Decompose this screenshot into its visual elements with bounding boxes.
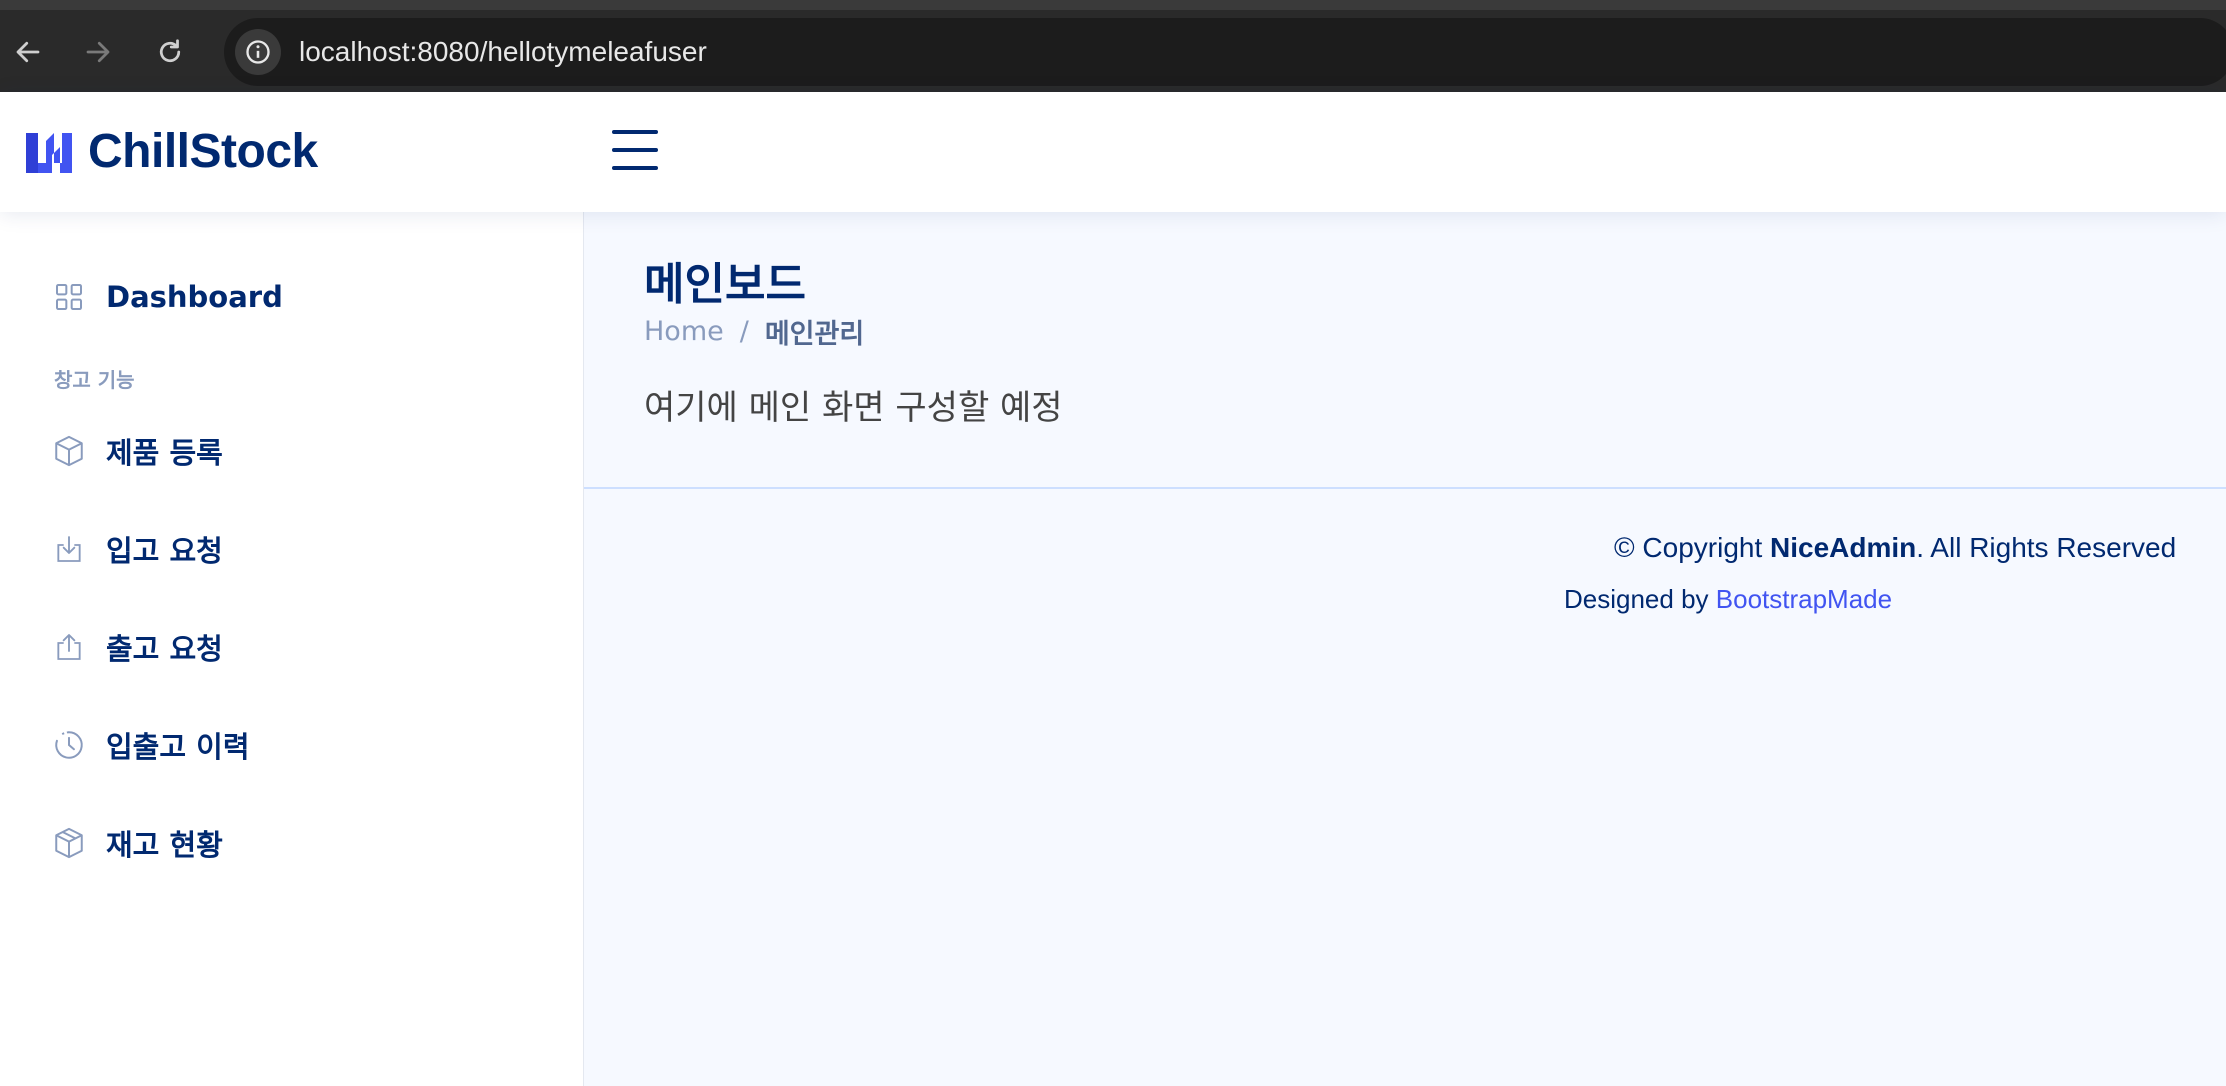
reload-button[interactable] bbox=[150, 32, 190, 72]
download-icon bbox=[52, 532, 86, 566]
sidebar-item-label: 입고 요청 bbox=[106, 534, 223, 568]
copyright-prefix: © Copyright bbox=[1614, 532, 1771, 563]
sidebar-item-label: Dashboard bbox=[106, 280, 283, 314]
sidebar-item-label: 재고 현황 bbox=[106, 828, 223, 862]
breadcrumb: Home / 메인관리 bbox=[644, 312, 864, 351]
hamburger-line bbox=[612, 148, 658, 152]
main-placeholder-text: 여기에 메인 화면 구성할 예정 bbox=[644, 388, 1063, 428]
sidebar-item-product-register[interactable]: 제품 등록 bbox=[52, 430, 223, 472]
back-button[interactable] bbox=[8, 32, 48, 72]
credits-prefix: Designed by bbox=[1564, 584, 1716, 614]
app-header: ChillStock bbox=[0, 92, 2226, 212]
designer-link[interactable]: BootstrapMade bbox=[1716, 584, 1892, 614]
url-text: localhost:8080/hellotymeleafuser bbox=[299, 36, 707, 67]
breadcrumb-home-link[interactable]: Home bbox=[644, 316, 724, 347]
logo-text: ChillStock bbox=[88, 125, 318, 178]
sidebar-item-label: 제품 등록 bbox=[106, 436, 223, 470]
footer-credits: Designed by BootstrapMade bbox=[1564, 584, 1892, 615]
sidebar-item-label: 출고 요청 bbox=[106, 632, 223, 666]
footer-divider bbox=[584, 487, 2226, 489]
copyright-suffix: . All Rights Reserved bbox=[1916, 532, 2177, 563]
footer-copyright: © Copyright NiceAdmin. All Rights Reserv… bbox=[584, 532, 2226, 564]
site-info-button[interactable] bbox=[235, 29, 281, 75]
hamburger-line bbox=[612, 166, 658, 170]
main-content: 메인보드 Home / 메인관리 여기에 메인 화면 구성할 예정 © Copy… bbox=[584, 212, 2226, 1086]
sidebar-item-history[interactable]: 입출고 이력 bbox=[52, 724, 250, 766]
breadcrumb-separator: / bbox=[739, 316, 749, 347]
upload-icon bbox=[52, 630, 86, 664]
sidebar: Dashboard 창고 기능 제품 등록 입고 요청 출고 요청 입출고 이력… bbox=[0, 212, 584, 1086]
browser-toolbar: localhost:8080/hellotymeleafuser bbox=[0, 0, 2226, 92]
page-title: 메인보드 bbox=[644, 259, 806, 310]
address-bar[interactable]: localhost:8080/hellotymeleafuser bbox=[224, 18, 2226, 86]
sidebar-heading: 창고 기능 bbox=[54, 368, 135, 392]
hamburger-line bbox=[612, 130, 658, 134]
arrow-right-icon bbox=[86, 41, 110, 63]
logo[interactable]: ChillStock bbox=[24, 124, 318, 179]
grid-icon bbox=[52, 280, 86, 314]
breadcrumb-current: 메인관리 bbox=[764, 319, 865, 350]
box-icon bbox=[52, 826, 86, 860]
arrow-left-icon bbox=[16, 41, 40, 63]
sidebar-item-outbound-request[interactable]: 출고 요청 bbox=[52, 626, 223, 668]
sidebar-item-inventory[interactable]: 재고 현황 bbox=[52, 822, 223, 864]
copyright-brand: NiceAdmin bbox=[1770, 532, 1917, 563]
sidebar-item-label: 입출고 이력 bbox=[106, 730, 250, 764]
sidebar-toggle-button[interactable] bbox=[612, 130, 658, 170]
sidebar-item-inbound-request[interactable]: 입고 요청 bbox=[52, 528, 223, 570]
forward-button[interactable] bbox=[78, 32, 118, 72]
reload-icon bbox=[159, 39, 181, 63]
box-icon bbox=[52, 434, 86, 468]
clock-icon bbox=[52, 728, 86, 762]
sidebar-item-dashboard[interactable]: Dashboard bbox=[52, 280, 283, 314]
info-icon bbox=[246, 40, 270, 64]
chillstock-logo-icon bbox=[26, 132, 72, 173]
